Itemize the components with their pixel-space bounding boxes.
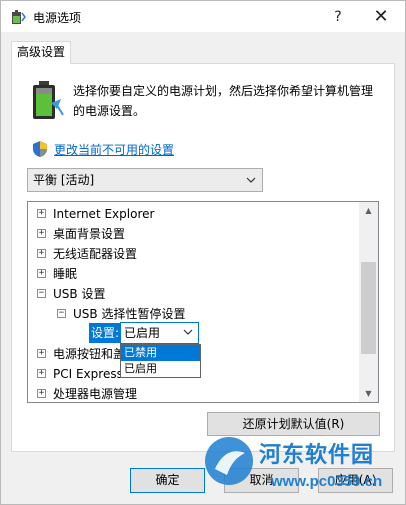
setting-value-select[interactable]: 已启用 — [120, 322, 199, 344]
title-bar: 电源选项 ? ✕ — [1, 1, 405, 32]
expand-icon[interactable]: + — [37, 349, 46, 358]
ok-button[interactable]: 确定 — [130, 468, 205, 493]
tree-item-label: Internet Explorer — [53, 207, 155, 221]
chevron-down-icon — [183, 329, 193, 335]
settings-tree: + Internet Explorer + 桌面背景设置 + 无线适配器设置 +… — [27, 201, 379, 403]
description-text: 选择你要自定义的电源计划，然后选择你希望计算机管理 的电源设置。 — [73, 81, 385, 121]
option-disabled[interactable]: 已禁用 — [121, 345, 200, 361]
expand-icon[interactable]: + — [37, 209, 46, 218]
restore-defaults-button[interactable]: 还原计划默认值(R) — [207, 412, 380, 436]
shield-icon — [33, 141, 47, 157]
expand-icon[interactable]: + — [37, 269, 46, 278]
apply-button[interactable]: 应用(A) — [318, 468, 393, 493]
tree-item-label: 无线适配器设置 — [53, 247, 138, 261]
scrollbar-thumb[interactable] — [361, 262, 376, 354]
change-settings-link[interactable]: 更改当前不可用的设置 — [54, 141, 174, 158]
expand-icon[interactable]: + — [37, 229, 46, 238]
expand-icon[interactable]: + — [37, 249, 46, 258]
collapse-icon[interactable]: − — [57, 309, 66, 318]
tree-item-label: 桌面背景设置 — [53, 227, 126, 241]
description-line-1: 选择你要自定义的电源计划，然后选择你希望计算机管理 — [73, 84, 374, 98]
setting-dropdown-list: 已禁用 已启用 — [120, 344, 201, 378]
description-line-2: 的电源设置。 — [73, 104, 146, 118]
power-options-icon — [12, 10, 26, 24]
help-button[interactable]: ? — [317, 1, 359, 32]
window-title: 电源选项 — [33, 11, 82, 25]
expand-icon[interactable]: + — [37, 369, 46, 378]
tab-advanced-settings[interactable]: 高级设置 — [11, 41, 71, 64]
setting-value: 已启用 — [124, 326, 161, 340]
scroll-up-icon[interactable]: ▲ — [359, 202, 378, 219]
tree-item-label: 电源按钮和盖 — [53, 347, 126, 361]
cancel-button[interactable]: 取消 — [224, 468, 299, 493]
close-button[interactable]: ✕ — [360, 1, 402, 32]
tree-item-label: PCI Express — [53, 367, 123, 381]
tree-scrollbar[interactable]: ▲ ▼ — [359, 202, 378, 402]
tree-item-label: 处理器电源管理 — [53, 387, 138, 401]
chevron-down-icon — [246, 177, 256, 183]
power-plan-select[interactable]: 平衡 [活动] — [27, 168, 263, 192]
tree-item-label: USB 选择性暂停设置 — [73, 307, 186, 321]
power-options-dialog: 电源选项 ? ✕ 高级设置 选择你要自定义的电源计划，然后选择你希望计算机管理 … — [0, 0, 406, 505]
scroll-down-icon[interactable]: ▼ — [359, 385, 378, 402]
option-enabled[interactable]: 已启用 — [121, 361, 200, 377]
tree-item-label: USB 设置 — [53, 287, 106, 301]
battery-icon — [33, 81, 64, 119]
expand-icon[interactable]: + — [37, 389, 46, 398]
collapse-icon[interactable]: − — [37, 289, 46, 298]
setting-label: 设置: — [89, 323, 122, 343]
tree-item-label: 睡眠 — [53, 267, 78, 281]
power-plan-value: 平衡 [活动] — [33, 173, 95, 187]
